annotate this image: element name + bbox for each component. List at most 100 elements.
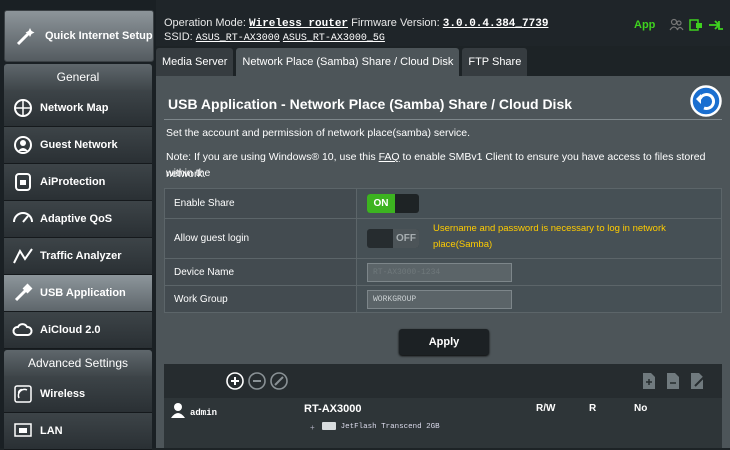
sidebar-item-wireless[interactable]: Wireless	[4, 376, 152, 413]
edit-folder-icon[interactable]	[690, 372, 706, 395]
toggle-off-label: OFF	[393, 229, 419, 248]
device-name-cell: RT-AX3000-1234	[356, 258, 722, 286]
top-status-bar: Operation Mode: Wireless router Firmware…	[156, 0, 730, 46]
operation-mode-link[interactable]: Wireless router	[249, 18, 348, 30]
main-content: USB Application - Network Place (Samba) …	[156, 76, 730, 448]
firmware-version-link[interactable]: 3.0.0.4.384_7739	[443, 18, 549, 30]
quick-internet-setup-button[interactable]: Quick Internet Setup	[4, 10, 154, 62]
internet-status-icon[interactable]	[708, 17, 724, 33]
ssid-line: SSID: ASUS_RT-AX3000 ASUS_RT-AX3000_5G	[164, 31, 385, 44]
network-map-icon	[12, 97, 34, 119]
app-link[interactable]: App	[634, 19, 655, 31]
general-header: General	[4, 64, 152, 90]
sidebar-item-label: AiCloud 2.0	[40, 324, 101, 336]
page-note-line2: network.	[166, 168, 206, 180]
page-description: Set the account and permission of networ…	[166, 127, 471, 139]
sidebar-item-label: USB Application	[40, 287, 126, 299]
delete-account-icon[interactable]	[248, 372, 266, 395]
faq-link[interactable]: FAQ	[379, 151, 400, 163]
sidebar-item-label: Guest Network	[40, 139, 118, 151]
account-row-admin[interactable]: admin	[170, 402, 217, 423]
sidebar-item-label: Wireless	[40, 388, 86, 400]
operation-mode-line: Operation Mode: Wireless router Firmware…	[164, 17, 548, 30]
device-folder-name: RT-AX3000	[304, 403, 362, 415]
back-button[interactable]	[690, 85, 722, 117]
operation-mode-label: Operation Mode:	[164, 17, 246, 29]
back-arrow-icon	[690, 85, 722, 117]
toggle-on-label: ON	[367, 194, 395, 213]
ssid-label: SSID:	[164, 31, 193, 43]
guest-warning-line2: place(Samba)	[433, 239, 493, 250]
quick-internet-setup-label: Quick Internet Setup	[45, 30, 153, 42]
delete-folder-icon[interactable]	[666, 372, 680, 395]
apply-button[interactable]: Apply	[399, 329, 489, 355]
account-toolbar	[164, 364, 722, 398]
traffic-analyzer-icon	[12, 245, 34, 267]
firmware-label: Firmware Version:	[351, 17, 440, 29]
guest-login-warning: Username and password is necessary to lo…	[433, 221, 730, 253]
expand-icon[interactable]: +	[310, 423, 315, 432]
aiprotection-icon	[12, 171, 34, 193]
page-note: Note: If you are using Windows® 10, use …	[166, 149, 730, 181]
sidebar-item-traffic-analyzer[interactable]: Traffic Analyzer	[4, 238, 152, 275]
sidebar-item-adaptive-qos[interactable]: Adaptive QoS	[4, 201, 152, 238]
sidebar-item-label: Adaptive QoS	[40, 213, 113, 225]
guest-login-cell: OFF Username and password is necessary t…	[356, 218, 722, 259]
workgroup-row: Work Group WORKGROUP	[164, 285, 722, 313]
device-name-row: Device Name RT-AX3000-1234	[164, 258, 722, 286]
usb-application-icon	[12, 282, 34, 304]
usb-status-icon[interactable]	[688, 17, 704, 33]
advanced-settings-header: Advanced Settings	[4, 350, 152, 376]
sidebar: Quick Internet Setup General Network Map…	[0, 0, 156, 450]
column-rw: R/W	[536, 403, 556, 414]
sidebar-item-aicloud[interactable]: AiCloud 2.0	[4, 312, 152, 349]
tab-network-place-samba[interactable]: Network Place (Samba) Share / Cloud Disk	[236, 48, 460, 76]
sidebar-item-guest-network[interactable]: Guest Network	[4, 127, 152, 164]
aicloud-icon	[12, 319, 34, 341]
wireless-icon	[12, 383, 34, 405]
sidebar-item-network-map[interactable]: Network Map	[4, 90, 152, 127]
adaptive-qos-icon	[12, 208, 34, 230]
add-account-icon[interactable]	[226, 372, 244, 395]
general-nav: Network Map Guest Network AiProtection A…	[4, 90, 152, 349]
guest-warning-line1: Username and password is necessary to lo…	[433, 223, 666, 234]
note-text: Note: If you are using Windows® 10, use …	[166, 151, 379, 163]
sidebar-item-lan[interactable]: LAN	[4, 413, 152, 450]
tab-bar: Media Server Network Place (Samba) Share…	[156, 46, 530, 76]
disk-row[interactable]: + JetFlash Transcend 2GB	[310, 418, 440, 436]
title-divider	[164, 119, 722, 120]
enable-share-cell: ON	[356, 188, 722, 219]
users-icon[interactable]	[668, 17, 684, 33]
sidebar-item-label: AiProtection	[40, 176, 106, 188]
usb-disk-icon	[321, 418, 337, 436]
column-no: No	[634, 403, 648, 414]
guest-login-toggle[interactable]: OFF	[367, 229, 419, 248]
user-icon	[170, 402, 186, 423]
workgroup-input[interactable]: WORKGROUP	[367, 289, 512, 309]
ssid-5g-link[interactable]: ASUS_RT-AX3000_5G	[283, 33, 385, 44]
lan-icon	[12, 420, 34, 442]
guest-network-icon	[12, 134, 34, 156]
tab-media-server[interactable]: Media Server	[156, 48, 234, 76]
sidebar-item-usb-application[interactable]: USB Application	[4, 275, 152, 312]
sidebar-item-label: Traffic Analyzer	[40, 250, 122, 262]
enable-share-row: Enable Share ON	[164, 188, 722, 219]
tab-ftp-share[interactable]: FTP Share	[462, 48, 528, 76]
add-folder-icon[interactable]	[642, 372, 656, 395]
device-name-input[interactable]: RT-AX3000-1234	[367, 262, 512, 282]
account-permission-list: admin RT-AX3000 R/W R No + JetFlash Tran…	[164, 398, 722, 448]
sidebar-item-label: Network Map	[40, 102, 109, 114]
wand-icon	[15, 25, 37, 47]
guest-login-label: Allow guest login	[164, 218, 357, 259]
guest-login-row: Allow guest login OFF Username and passw…	[164, 218, 722, 259]
enable-share-toggle[interactable]: ON	[367, 194, 419, 213]
ssid-24g-link[interactable]: ASUS_RT-AX3000	[196, 33, 280, 44]
samba-settings-table: Enable Share ON Allow guest login OFF Us…	[164, 188, 722, 313]
edit-account-icon[interactable]	[270, 372, 288, 395]
workgroup-cell: WORKGROUP	[356, 285, 722, 313]
sidebar-item-aiprotection[interactable]: AiProtection	[4, 164, 152, 201]
advanced-nav: Wireless LAN	[4, 376, 152, 450]
account-name: admin	[190, 407, 218, 418]
disk-name: JetFlash Transcend 2GB	[340, 423, 440, 431]
column-r: R	[589, 403, 597, 414]
